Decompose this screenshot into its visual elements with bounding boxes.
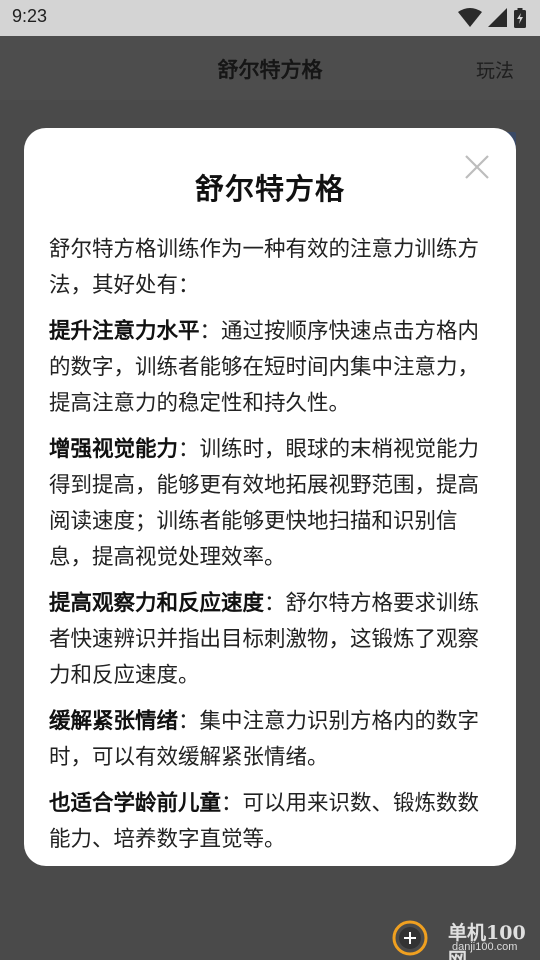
benefit-item: 增强视觉能力：训练时，眼球的末梢视觉能力得到提高，能够更有效地拓展视野范围，提高… — [49, 432, 485, 576]
cellular-signal-icon — [488, 8, 507, 27]
status-time: 9:23 — [12, 6, 48, 26]
benefit-item: 也适合学龄前儿童：可以用来识数、锻炼数数能力、培养数字直觉等。 — [49, 786, 485, 858]
benefit-term: 也适合学龄前儿童 — [49, 791, 222, 816]
status-icons — [458, 7, 526, 29]
benefit-item: 提升注意力水平：通过按顺序快速点击方格内的数字，训练者能够在短时间内集中注意力，… — [49, 314, 485, 422]
dialog-title: 舒尔特方格 — [194, 172, 345, 206]
page-title: 舒尔特方格 — [217, 58, 323, 82]
watermark-url: danji100.com — [452, 941, 518, 953]
wifi-icon — [458, 8, 482, 27]
dialog-intro: 舒尔特方格训练作为一种有效的注意力训练方法，其好处有： — [49, 237, 480, 298]
watermark-logo-icon — [392, 920, 428, 956]
benefit-term: 提高观察力和反应速度 — [49, 591, 265, 616]
dialog-body: 舒尔特方格训练作为一种有效的注意力训练方法，其好处有： 提升注意力水平：通过按顺… — [49, 232, 485, 866]
status-bar: 9:23 — [0, 0, 540, 36]
benefit-term: 缓解紧张情绪 — [49, 709, 179, 734]
intro-dialog: 舒尔特方格 舒尔特方格训练作为一种有效的注意力训练方法，其好处有： 提升注意力水… — [24, 128, 516, 866]
benefit-item: 缓解紧张情绪：集中注意力识别方格内的数字时，可以有效缓解紧张情绪。 — [49, 704, 485, 776]
watermark: 单机100网 danji100.com — [392, 916, 540, 960]
rules-link[interactable]: 玩法 — [476, 56, 514, 83]
benefit-term: 提升注意力水平 — [49, 319, 200, 344]
benefit-item: 提高观察力和反应速度：舒尔特方格要求训练者快速辨识并指出目标刺激物，这锻炼了观察… — [49, 586, 485, 694]
benefit-term: 增强视觉能力 — [49, 437, 179, 462]
battery-charging-icon — [514, 8, 526, 28]
watermark-name: 单机100网 — [448, 922, 526, 960]
app-header: 舒尔特方格 玩法 — [0, 36, 540, 100]
